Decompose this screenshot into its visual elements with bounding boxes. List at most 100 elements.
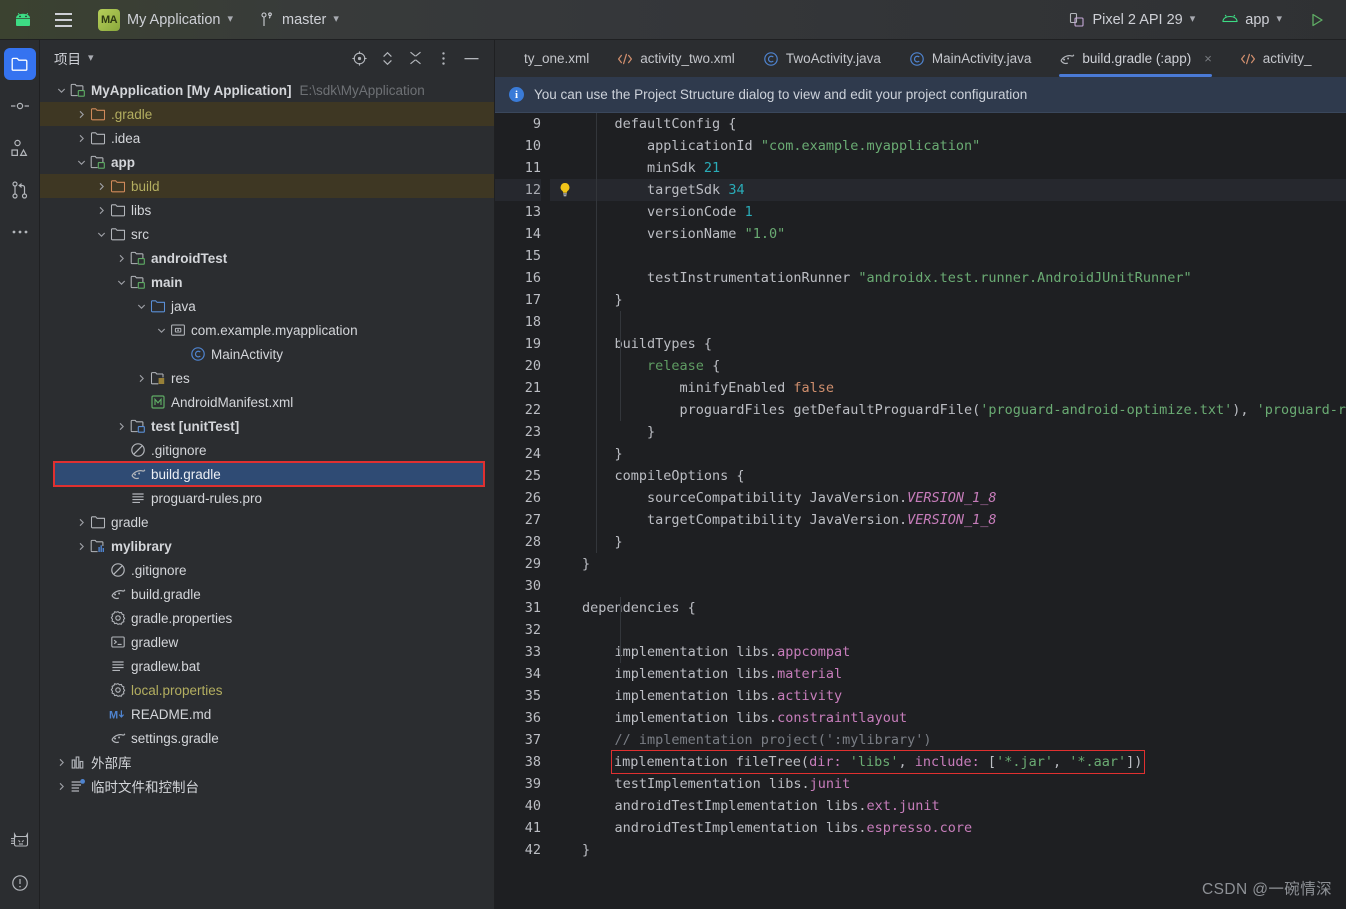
tree-row[interactable]: mylibrary [40, 534, 494, 558]
tree-row[interactable]: build.gradle [40, 582, 494, 606]
tree-row[interactable]: gradlew.bat [40, 654, 494, 678]
code-line[interactable]: versionName "1.0" [580, 223, 1346, 245]
code-line[interactable]: } [580, 553, 1346, 575]
tree-row[interactable]: M README.md [40, 702, 494, 726]
code-line[interactable]: minifyEnabled false [580, 377, 1346, 399]
chevron-down-icon[interactable] [114, 278, 128, 287]
code-line[interactable]: sourceCompatibility JavaVersion.VERSION_… [580, 487, 1346, 509]
code-line[interactable] [580, 619, 1346, 641]
code-content[interactable]: defaultConfig { applicationId "com.examp… [580, 113, 1346, 909]
tree-row[interactable]: gradlew [40, 630, 494, 654]
tree-row[interactable]: libs [40, 198, 494, 222]
sidebar-item-problems[interactable] [4, 867, 36, 899]
tree-row[interactable]: build [40, 174, 494, 198]
editor-tab[interactable]: MainActivity.java [895, 40, 1046, 77]
code-line[interactable]: } [580, 443, 1346, 465]
tree-row[interactable]: gradle.properties [40, 606, 494, 630]
editor-tab[interactable]: activity_ [1226, 40, 1326, 77]
code-line[interactable]: implementation libs.material [580, 663, 1346, 685]
sidebar-item-commit[interactable] [4, 90, 36, 122]
tree-row[interactable]: MyApplication [My Application] E:\sdk\MyA… [40, 78, 494, 102]
chevron-down-icon[interactable] [134, 302, 148, 311]
chevron-right-icon[interactable] [54, 758, 68, 767]
code-line[interactable]: versionCode 1 [580, 201, 1346, 223]
lightbulb-icon[interactable] [550, 179, 580, 201]
chevron-right-icon[interactable] [134, 374, 148, 383]
tree-row[interactable]: src [40, 222, 494, 246]
editor-tab[interactable]: TwoActivity.java [749, 40, 895, 77]
tree-row[interactable]: res [40, 366, 494, 390]
code-line[interactable]: testImplementation libs.junit [580, 773, 1346, 795]
chevron-down-icon[interactable] [154, 326, 168, 335]
tree-row[interactable]: test [unitTest] [40, 414, 494, 438]
sidebar-item-structure[interactable] [4, 132, 36, 164]
chevron-right-icon[interactable] [114, 254, 128, 263]
tree-row[interactable]: AndroidManifest.xml [40, 390, 494, 414]
code-line[interactable] [580, 575, 1346, 597]
chevron-right-icon[interactable] [74, 518, 88, 527]
tree-row[interactable]: com.example.myapplication [40, 318, 494, 342]
code-line[interactable]: } [580, 531, 1346, 553]
code-line[interactable]: minSdk 21 [580, 157, 1346, 179]
code-line[interactable]: // implementation project(':mylibrary') [580, 729, 1346, 751]
code-line[interactable]: applicationId "com.example.myapplication… [580, 135, 1346, 157]
sidebar-item-pull-requests[interactable] [4, 174, 36, 206]
device-selector-label[interactable]: Pixel 2 API 29 [1092, 12, 1182, 28]
editor-tab[interactable]: ty_one.xml [495, 40, 603, 77]
chevron-right-icon[interactable] [94, 206, 108, 215]
code-line[interactable]: release { [580, 355, 1346, 377]
sidebar-item-more[interactable] [4, 216, 36, 248]
tree-row[interactable]: main [40, 270, 494, 294]
editor-tab[interactable]: build.gradle (:app) × [1045, 40, 1226, 77]
code-line[interactable]: implementation libs.constraintlayout [580, 707, 1346, 729]
code-line[interactable]: implementation libs.appcompat [580, 641, 1346, 663]
code-line[interactable]: targetCompatibility JavaVersion.VERSION_… [580, 509, 1346, 531]
tree-row[interactable]: gradle [40, 510, 494, 534]
code-line[interactable]: targetSdk 34 [580, 179, 1346, 201]
hamburger-menu-icon[interactable] [46, 5, 80, 35]
tree-row[interactable]: androidTest [40, 246, 494, 270]
code-line[interactable] [580, 245, 1346, 267]
code-editor[interactable]: 9 10 11 12 13 14 15 16 17 18 19 20 21 22 23 24 25 26 27 28 2… [495, 113, 1346, 909]
chevron-down-icon[interactable] [54, 86, 68, 95]
tree-row[interactable]: app [40, 150, 494, 174]
sidebar-item-project[interactable] [3, 48, 36, 80]
project-chevron-down-icon[interactable]: ▾ [228, 12, 234, 25]
project-name-label[interactable]: My Application [127, 12, 221, 28]
code-line[interactable]: implementation libs.activity [580, 685, 1346, 707]
project-view-chevron-down-icon[interactable]: ▾ [88, 51, 94, 64]
tree-row[interactable]: java [40, 294, 494, 318]
code-line[interactable]: compileOptions { [580, 465, 1346, 487]
chevron-down-icon[interactable] [74, 158, 88, 167]
tree-row[interactable]: 临时文件和控制台 [40, 774, 494, 798]
code-line[interactable]: androidTestImplementation libs.ext.junit [580, 795, 1346, 817]
chevron-down-icon[interactable] [94, 230, 108, 239]
branch-chevron-down-icon[interactable]: ▾ [333, 12, 339, 25]
tree-row[interactable]: 外部库 [40, 750, 494, 774]
run-play-icon[interactable] [1302, 6, 1332, 34]
tree-row[interactable]: settings.gradle [40, 726, 494, 750]
chevron-right-icon[interactable] [54, 782, 68, 791]
updown-chevron-icon[interactable] [378, 49, 396, 67]
code-line[interactable]: } [580, 421, 1346, 443]
code-line[interactable]: androidTestImplementation libs.espresso.… [580, 817, 1346, 839]
minimize-icon[interactable] [462, 49, 480, 67]
close-icon[interactable]: × [1204, 51, 1212, 66]
chevron-right-icon[interactable] [74, 110, 88, 119]
chevron-right-icon[interactable] [74, 134, 88, 143]
code-line[interactable]: proguardFiles getDefaultProguardFile('pr… [580, 399, 1346, 421]
chevron-right-icon[interactable] [74, 542, 88, 551]
collapse-all-icon[interactable] [406, 49, 424, 67]
code-line[interactable] [580, 311, 1346, 333]
vertical-dots-icon[interactable] [434, 49, 452, 67]
device-chevron-down-icon[interactable]: ▾ [1190, 12, 1196, 25]
run-config-label[interactable]: app [1245, 12, 1269, 28]
code-line[interactable]: buildTypes { [580, 333, 1346, 355]
project-tree[interactable]: MyApplication [My Application] E:\sdk\MyA… [40, 76, 494, 909]
code-line[interactable]: } [580, 289, 1346, 311]
code-line[interactable]: defaultConfig { [580, 113, 1346, 135]
sidebar-item-device-manager[interactable] [4, 825, 36, 857]
code-line[interactable]: } [580, 839, 1346, 861]
chevron-right-icon[interactable] [114, 422, 128, 431]
code-line[interactable]: implementation fileTree(dir: 'libs', inc… [580, 750, 1346, 774]
